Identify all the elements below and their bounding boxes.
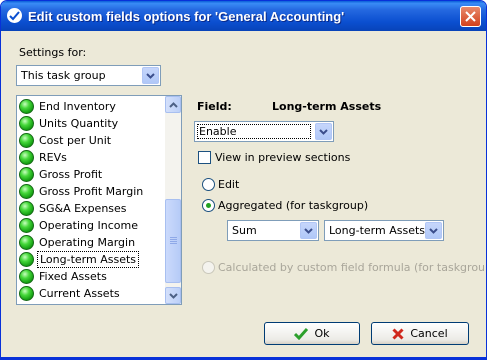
- green-status-icon: [19, 286, 34, 301]
- chevron-down-icon[interactable]: [300, 222, 317, 239]
- title-bar[interactable]: Edit custom fields options for 'General …: [1, 1, 486, 31]
- scroll-up-button[interactable]: [165, 96, 181, 113]
- chevron-down-icon[interactable]: [142, 67, 159, 84]
- close-icon: [465, 11, 476, 22]
- chevron-down-icon: [168, 292, 178, 299]
- green-status-icon: [19, 167, 34, 182]
- cancel-x-icon: [392, 327, 404, 340]
- list-item[interactable]: Units Quantity: [18, 115, 165, 132]
- edit-radio[interactable]: [202, 178, 215, 191]
- close-button[interactable]: [460, 6, 481, 27]
- edit-label: Edit: [218, 178, 240, 191]
- field-name: Long-term Assets: [272, 100, 382, 113]
- green-status-icon: [19, 150, 34, 165]
- list-item[interactable]: Operating Income: [18, 217, 165, 234]
- list-item[interactable]: Operating Margin: [18, 234, 165, 251]
- list-item[interactable]: Current Assets: [18, 285, 165, 302]
- cancel-button[interactable]: Cancel: [371, 322, 469, 345]
- ok-button[interactable]: Ok: [264, 322, 360, 345]
- settings-for-value: This task group: [21, 69, 106, 82]
- field-mode-value: Enable: [197, 124, 311, 139]
- scroll-thumb[interactable]: [165, 199, 181, 283]
- list-item[interactable]: REVs: [18, 149, 165, 166]
- calculated-radio: [202, 261, 215, 274]
- dialog-window: Edit custom fields options for 'General …: [0, 0, 487, 360]
- view-in-preview-checkbox[interactable]: [198, 151, 211, 164]
- aggregated-radio[interactable]: [202, 199, 215, 212]
- view-in-preview-label: View in preview sections: [215, 151, 351, 164]
- list-scrollbar[interactable]: [165, 96, 181, 304]
- settings-for-dropdown[interactable]: This task group: [16, 65, 161, 86]
- chevron-down-icon[interactable]: [425, 222, 442, 239]
- green-status-icon: [19, 133, 34, 148]
- green-status-icon: [19, 269, 34, 284]
- aggregate-source-dropdown[interactable]: Long-term Assets: [324, 220, 444, 241]
- calculated-label: Calculated by custom field formula (for …: [218, 261, 487, 274]
- chevron-down-icon[interactable]: [315, 123, 332, 140]
- green-status-icon: [19, 99, 34, 114]
- list-item[interactable]: Cost per Unit: [18, 132, 165, 149]
- green-status-icon: [19, 235, 34, 250]
- chevron-up-icon: [168, 101, 178, 108]
- list-item-selected[interactable]: Long-term Assets: [18, 251, 165, 268]
- checkmark-app-icon: [7, 8, 22, 23]
- aggregated-label: Aggregated (for taskgroup): [218, 199, 369, 212]
- green-status-icon: [19, 184, 34, 199]
- list-item[interactable]: Gross Profit: [18, 166, 165, 183]
- green-status-icon: [19, 116, 34, 131]
- green-status-icon: [19, 218, 34, 233]
- checkmark-icon: [294, 327, 309, 340]
- green-status-icon: [19, 252, 34, 267]
- field-label: Field:: [197, 100, 232, 113]
- window-title: Edit custom fields options for 'General …: [28, 9, 345, 24]
- list-item[interactable]: SG&A Expenses: [18, 200, 165, 217]
- aggregate-function-value: Sum: [232, 224, 257, 237]
- aggregate-source-value: Long-term Assets: [329, 224, 426, 237]
- cancel-label: Cancel: [410, 327, 448, 340]
- settings-for-label: Settings for:: [19, 46, 87, 59]
- scroll-down-button[interactable]: [165, 287, 181, 304]
- custom-fields-list[interactable]: End Inventory Units Quantity Cost per Un…: [16, 95, 182, 305]
- list-item[interactable]: End Inventory: [18, 98, 165, 115]
- list-item[interactable]: Gross Profit Margin: [18, 183, 165, 200]
- list-item[interactable]: Fixed Assets: [18, 268, 165, 285]
- ok-label: Ok: [314, 327, 330, 340]
- green-status-icon: [19, 201, 34, 216]
- aggregate-function-dropdown[interactable]: Sum: [227, 220, 319, 241]
- field-mode-dropdown[interactable]: Enable: [194, 121, 334, 142]
